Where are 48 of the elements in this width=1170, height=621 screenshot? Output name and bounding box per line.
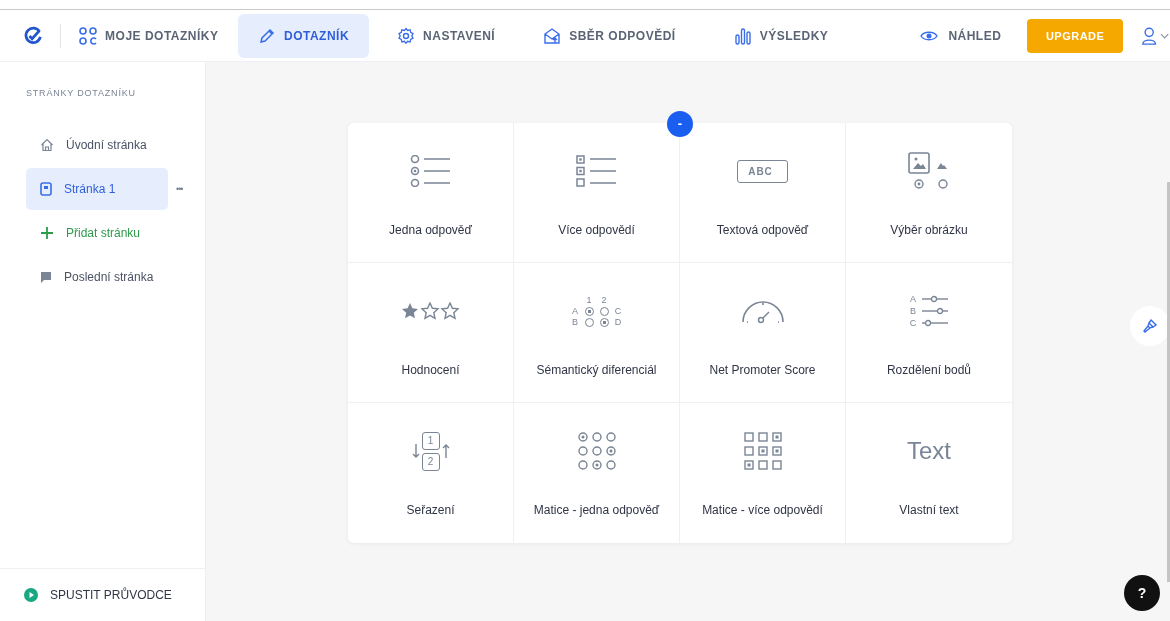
my-surveys-link[interactable]: MOJE DOTAZNÍKY xyxy=(79,26,238,45)
question-type-tile[interactable]: Výběr obrázku xyxy=(846,123,1012,263)
question-type-tile[interactable]: Matice - více odpovědí xyxy=(680,403,846,543)
start-tour-link[interactable]: SPUSTIT PRŮVODCE xyxy=(0,568,205,621)
paintbrush-icon xyxy=(1142,318,1158,334)
pencil-icon xyxy=(258,26,276,45)
question-type-tile[interactable]: A B C Rozdělení bodů xyxy=(846,263,1012,403)
question-type-tile[interactable]: Jedna odpověď xyxy=(348,123,514,263)
page-item[interactable]: Úvodní stránka xyxy=(26,124,168,166)
text-field-icon: ABC xyxy=(737,159,788,183)
page-item[interactable]: Stránka 1 xyxy=(26,168,168,210)
bar-chart-icon xyxy=(733,26,752,45)
home-icon xyxy=(40,138,54,152)
settings-icon xyxy=(397,26,416,45)
stars-icon xyxy=(400,302,461,320)
grid-icon xyxy=(79,26,98,45)
sidebar-heading: STRÁNKY DOTAZNÍKU xyxy=(26,88,137,98)
question-type-tile[interactable]: Text Vlastní text xyxy=(846,403,1012,543)
envelope-upload-icon xyxy=(543,26,562,45)
help-button[interactable]: ? xyxy=(1124,575,1160,611)
text-icon: Text xyxy=(907,437,951,465)
collapse-button[interactable]: - xyxy=(667,111,693,137)
radio-matrix-icon xyxy=(577,432,616,470)
scrollbar[interactable] xyxy=(1167,182,1170,582)
image-choice-icon xyxy=(907,151,951,191)
question-type-tile[interactable]: Matice - jedna odpověď xyxy=(514,403,680,543)
plus-icon xyxy=(40,226,54,240)
flag-icon xyxy=(40,270,52,284)
nav-tab[interactable]: DOTAZNÍK xyxy=(238,13,370,58)
question-type-tile[interactable]: Hodnocení xyxy=(348,263,514,403)
play-icon xyxy=(24,588,38,602)
paintbrush-button[interactable] xyxy=(1130,306,1170,346)
check-logo-icon[interactable] xyxy=(24,25,43,46)
more-options-button[interactable]: ••• xyxy=(176,184,183,194)
page-icon xyxy=(40,182,52,196)
preview-link[interactable]: NÁHLED xyxy=(920,28,1002,43)
question-type-tile[interactable]: 1 2 A C B D Sémantický diferenciál xyxy=(514,263,680,403)
radio-list-icon xyxy=(409,155,452,187)
nav-tab[interactable]: SBĚR ODPOVĚDÍ xyxy=(523,13,696,58)
question-type-tile[interactable]: 1 2 Seřazení xyxy=(348,403,514,543)
nav-tab[interactable]: NASTAVENÍ xyxy=(379,13,514,58)
page-item[interactable]: Poslední stránka xyxy=(26,256,168,298)
page-item[interactable]: Přidat stránku xyxy=(26,212,168,254)
nav-tab[interactable]: VÝSLEDKY xyxy=(713,13,849,58)
question-type-tile[interactable]: Net Promoter Score xyxy=(680,263,846,403)
checkbox-list-icon xyxy=(575,155,618,187)
user-menu-icon[interactable] xyxy=(1140,25,1170,46)
checkbox-matrix-icon xyxy=(743,432,782,470)
